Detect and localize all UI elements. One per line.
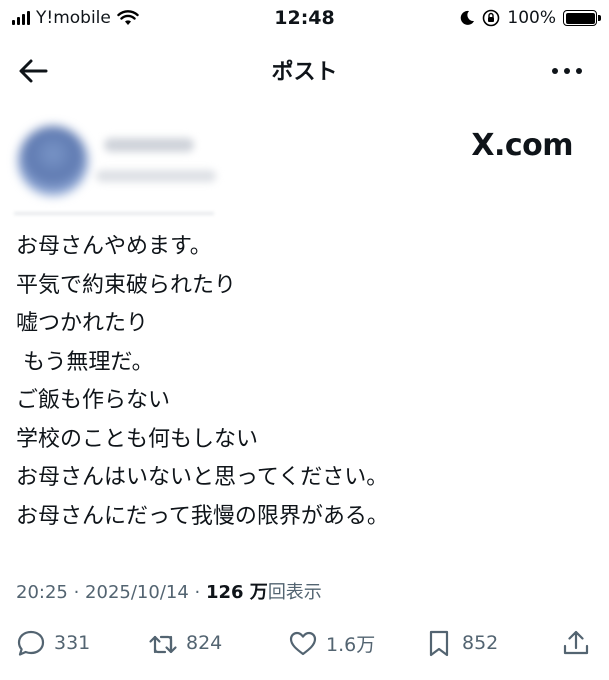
post-line: もう無理だ。 <box>16 349 154 375</box>
site-watermark: X.com <box>471 128 573 163</box>
post-line: 学校のことも何もしない <box>16 426 259 452</box>
post-line: お母さんやめます。 <box>16 234 212 259</box>
post-line: 嘘つかれたり <box>16 311 149 336</box>
repost-icon <box>149 635 177 654</box>
moon-icon <box>461 10 475 25</box>
like-button[interactable]: 1.6万 <box>288 628 375 658</box>
author-divider-blurred <box>14 212 214 215</box>
repost-button[interactable]: 824 <box>148 628 222 658</box>
like-count: 1.6万 <box>326 633 376 656</box>
status-bar: Y!mobile 12:48 100% <box>0 0 609 36</box>
nav-header: ポスト <box>0 44 609 96</box>
more-horizontal-icon <box>552 68 582 74</box>
bookmark-button[interactable]: 852 <box>424 628 498 658</box>
action-bar: 331 824 1.6万 852 <box>0 622 609 670</box>
battery-percent: 100% <box>507 8 556 28</box>
post-time[interactable]: 20:25 <box>16 582 68 603</box>
post-date[interactable]: 2025/10/14 <box>85 582 189 603</box>
share-icon <box>563 630 589 655</box>
bookmark-count: 852 <box>462 632 499 654</box>
reply-button[interactable]: 331 <box>16 628 90 658</box>
author-handle-blurred <box>96 170 216 182</box>
post-line: お母さんにだって我慢の限界がある。 <box>16 503 389 529</box>
page-title: ポスト <box>271 60 338 85</box>
post-line: ご飯も作らない <box>16 388 171 413</box>
battery-icon <box>563 10 601 26</box>
heart-icon <box>289 631 317 656</box>
bookmark-icon <box>429 630 449 657</box>
repost-count: 824 <box>186 632 223 654</box>
author-name-blurred <box>104 138 194 152</box>
share-button[interactable] <box>561 628 591 658</box>
views-label[interactable]: 回表示 <box>268 578 322 604</box>
post-line: お母さんはいないと思ってください。 <box>16 465 389 490</box>
meta-separator: · <box>67 582 86 603</box>
author-block[interactable] <box>6 108 236 218</box>
reply-icon <box>17 630 45 656</box>
post-text: お母さんやめます。 平気で約束破られたり 嘘つかれたり もう無理だ。 ご飯も作ら… <box>16 228 596 536</box>
more-options-button[interactable] <box>547 56 587 86</box>
avatar[interactable] <box>18 126 88 196</box>
post-line: 平気で約束破られたり <box>16 272 237 298</box>
meta-separator: · <box>188 582 206 603</box>
orientation-lock-icon <box>483 9 500 27</box>
status-right: 100% <box>459 8 601 28</box>
views-count[interactable]: 126 万 <box>206 578 268 604</box>
reply-count: 331 <box>54 632 91 654</box>
post-meta: 20:25 · 2025/10/14 · 126 万 回表示 <box>16 578 322 604</box>
